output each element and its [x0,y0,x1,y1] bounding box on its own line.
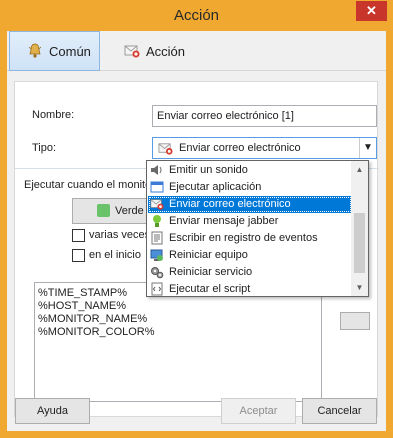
scroll-down-icon[interactable]: ▼ [351,279,368,296]
name-input[interactable]: Enviar correo electrónico [1] [152,105,377,127]
at-start-checkbox[interactable] [72,249,85,262]
multiple-times-checkbox[interactable] [72,229,85,242]
type-label: Tipo: [32,142,57,154]
action-email-icon [124,43,140,59]
log-document-icon [150,231,164,245]
speaker-icon [150,163,164,177]
dropdown-scrollbar[interactable]: ▲ ▼ [351,161,368,296]
message-line: %HOST_NAME% [38,300,127,312]
message-textarea[interactable]: %TIME_STAMP% %HOST_NAME% %MONITOR_NAME% … [34,282,322,402]
window-app-icon [150,180,164,194]
name-label: Nombre: [32,109,75,121]
multiple-times-label: varias veces [89,229,151,241]
cancel-button[interactable]: Cancelar [302,398,377,424]
tab-bar: Común Acción [7,31,386,71]
execute-when-label: Ejecutar cuando el monito [24,179,152,191]
dropdown-item-label: Reiniciar equipo [169,249,248,261]
tab-comun[interactable]: Común [9,31,100,71]
dropdown-item-label: Ejecutar aplicación [169,181,262,193]
title-bar: Acción ✕ [0,0,393,32]
type-dropdown-list[interactable]: Emitir un sonido Ejecutar aplicación Env… [146,160,369,297]
gears-icon [150,265,164,279]
dropdown-item-enviar-jabber[interactable]: Enviar mensaje jabber [148,213,352,230]
dropdown-item-label: Enviar correo electrónico [169,198,291,210]
tab-accion-label: Acción [146,43,186,59]
email-icon [158,141,173,156]
dropdown-item-label: Escribir en registro de eventos [169,232,318,244]
dropdown-item-escribir-registro[interactable]: Escribir en registro de eventos [148,230,352,247]
dropdown-item-reiniciar-equipo[interactable]: Reiniciar equipo [148,247,352,264]
help-button[interactable]: Ayuda [15,398,90,424]
state-color-button[interactable]: Verde [72,198,154,224]
accept-button[interactable]: Aceptar [221,398,296,424]
window-title: Acción [173,7,220,24]
state-color-label: Verde [115,205,144,217]
chevron-down-icon[interactable]: ▼ [359,138,376,158]
dropdown-item-emitir-sonido[interactable]: Emitir un sonido [148,162,352,179]
jabber-bulb-icon [150,214,164,228]
green-swatch-icon [97,204,110,217]
message-line: %MONITOR_NAME% [38,313,148,325]
dropdown-item-enviar-correo[interactable]: Enviar correo electrónico [148,196,352,213]
restart-computer-icon [150,248,164,262]
message-line: %MONITOR_COLOR% [38,326,155,338]
script-icon [150,282,164,296]
close-button[interactable]: ✕ [356,1,387,21]
dropdown-item-reiniciar-servicio[interactable]: Reiniciar servicio [148,264,352,281]
scroll-thumb[interactable] [354,213,365,273]
dropdown-item-ejecutar-script[interactable]: Ejecutar el script [148,281,352,298]
dropdown-item-label: Ejecutar el script [169,283,251,295]
scroll-up-icon[interactable]: ▲ [351,161,368,178]
dropdown-item-label: Enviar mensaje jabber [169,215,279,227]
type-select-value: Enviar correo electrónico [179,142,301,154]
type-select[interactable]: Enviar correo electrónico ▼ [152,137,377,159]
at-start-label: en el inicio [89,249,141,261]
dropdown-item-label: Emitir un sonido [169,164,248,176]
tab-accion[interactable]: Acción [117,31,227,71]
dropdown-item-ejecutar-aplicacion[interactable]: Ejecutar aplicación [148,179,352,196]
bell-icon [27,43,43,59]
tab-comun-label: Común [49,43,91,59]
insert-variable-button[interactable] [340,312,370,330]
email-icon [150,197,164,211]
dropdown-item-label: Reiniciar servicio [169,266,253,278]
